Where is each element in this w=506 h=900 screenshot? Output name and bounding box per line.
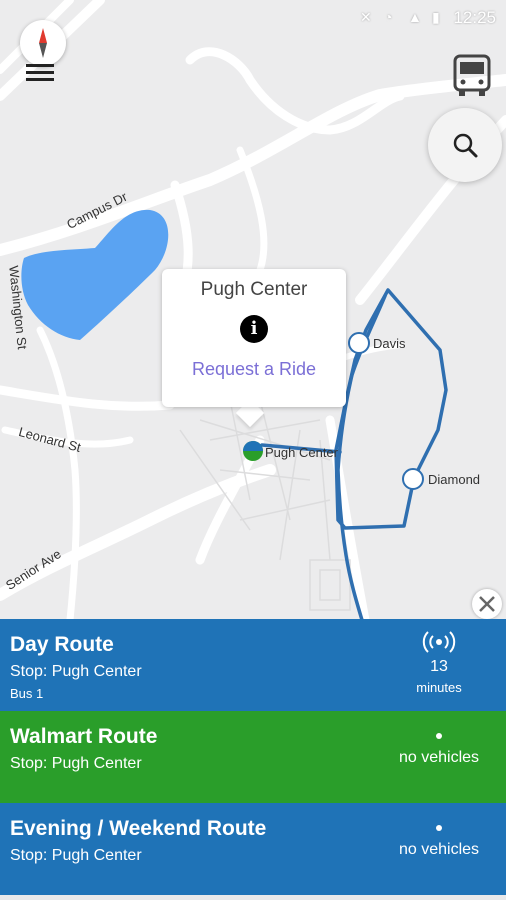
status-dot-icon (436, 825, 442, 831)
info-icon[interactable]: i (240, 315, 268, 343)
popup-title: Pugh Center (200, 279, 308, 300)
search-button[interactable] (428, 108, 502, 182)
route-card-day[interactable]: Day Route Stop: Pugh Center Bus 1 13 min… (0, 619, 506, 711)
route-card-walmart[interactable]: Walmart Route Stop: Pugh Center no vehic… (0, 711, 506, 803)
stop-label-davis: Davis (373, 336, 406, 351)
eta-value: 13 (430, 658, 448, 675)
stop-marker-pugh-center[interactable] (243, 441, 263, 461)
route-name: Day Route (10, 633, 114, 656)
lake (21, 209, 169, 340)
close-button[interactable] (472, 589, 502, 619)
menu-icon-bar (26, 78, 54, 81)
route-eta: 13 minutes (384, 631, 494, 695)
map-campus-paths (179, 399, 351, 611)
route-stop: Stop: Pugh Center (10, 847, 142, 864)
status-dot-icon (436, 733, 442, 739)
bus-button[interactable] (450, 52, 494, 98)
search-icon (453, 133, 478, 158)
map-view[interactable]: Campus Dr Washington St Leonard St Senio… (0, 0, 506, 620)
battery-icon: ▮ (432, 9, 440, 25)
route-name: Evening / Weekend Route (10, 817, 267, 840)
menu-icon-bar (26, 64, 54, 67)
request-ride-link[interactable]: Request a Ride (162, 359, 346, 380)
route-stop: Stop: Pugh Center (10, 663, 142, 680)
route-stop: Stop: Pugh Center (10, 755, 142, 772)
route-card-evening-weekend[interactable]: Evening / Weekend Route Stop: Pugh Cente… (0, 803, 506, 895)
wifi-icon: ◔ (384, 9, 393, 25)
route-bus: Bus 1 (10, 686, 44, 701)
mute-icon: ✕ (360, 9, 372, 25)
menu-button[interactable] (24, 60, 56, 88)
bus-icon (453, 54, 491, 96)
stop-marker-davis[interactable] (348, 332, 370, 354)
stop-label-pugh-center: Pugh Center (265, 445, 338, 460)
stop-label-diamond: Diamond (428, 472, 481, 487)
live-signal-icon (422, 631, 456, 653)
menu-icon-bar (26, 71, 54, 74)
signal-icon: ▲ (408, 9, 422, 25)
stop-marker-diamond[interactable] (402, 468, 424, 490)
route-name: Walmart Route (10, 725, 158, 748)
close-icon (479, 596, 495, 612)
route-status: no vehicles (384, 825, 494, 859)
route-status-text: no vehicles (398, 841, 480, 858)
route-status-text: no vehicles (398, 749, 480, 766)
status-time: 12:25 (453, 8, 496, 27)
status-bar: ✕ ◔ ▲ ▮ 12:25 (0, 0, 506, 36)
eta-unit: minutes (416, 680, 462, 695)
route-status: no vehicles (384, 733, 494, 767)
stop-popup: Pugh Center i Request a Ride (162, 269, 346, 407)
